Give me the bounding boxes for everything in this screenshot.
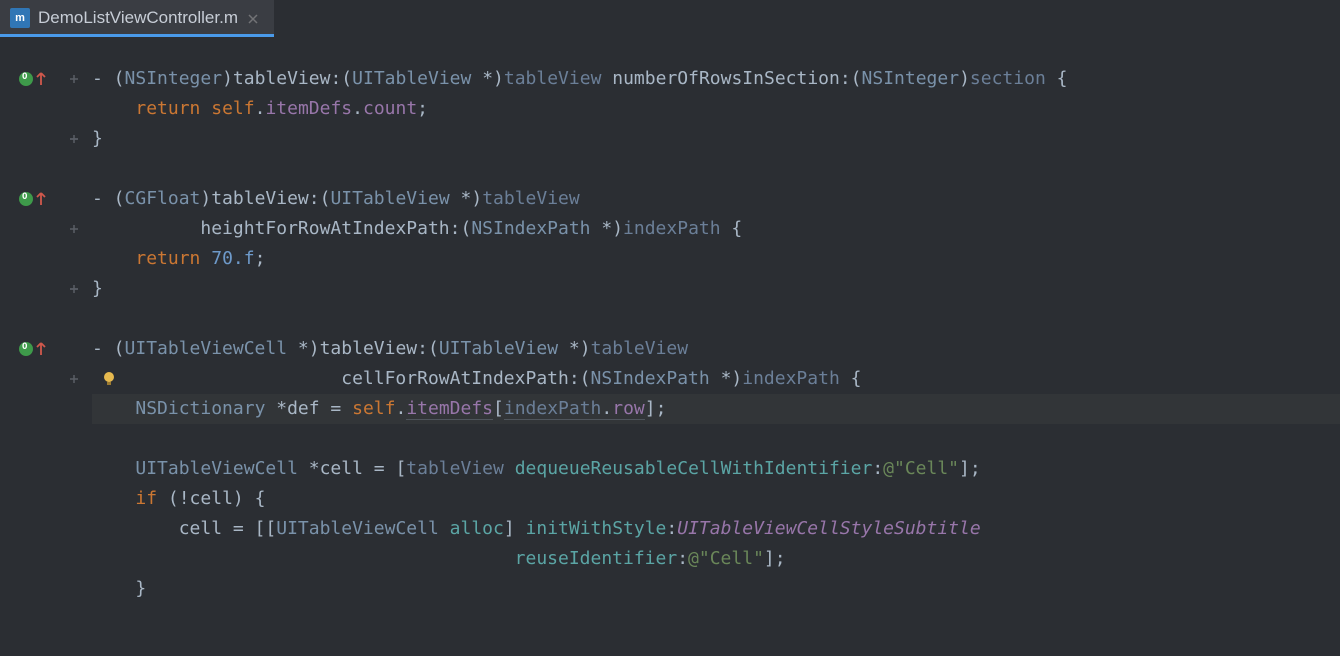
lightbulb-icon[interactable] — [100, 368, 118, 386]
code-line[interactable]: - (NSInteger)tableView:(UITableView *)ta… — [92, 64, 1340, 94]
fold-toggle-icon[interactable] — [66, 221, 82, 237]
code-line[interactable]: cellForRowAtIndexPath:(NSIndexPath *)ind… — [92, 364, 1340, 394]
code-line[interactable] — [92, 154, 1340, 184]
code-line[interactable]: return self.itemDefs.count; — [92, 94, 1340, 124]
objc-file-icon: m — [10, 8, 30, 28]
fold-end-icon — [66, 131, 82, 147]
code-editor: - (NSInteger)tableView:(UITableView *)ta… — [0, 40, 1340, 656]
code-line[interactable]: } — [92, 124, 1340, 154]
code-line[interactable]: cell = [[UITableViewCell alloc] initWith… — [92, 514, 1340, 544]
fold-end-icon — [66, 281, 82, 297]
tab-bar: m DemoListViewController.m — [0, 0, 1340, 40]
editor-tab[interactable]: m DemoListViewController.m — [0, 0, 274, 37]
code-line[interactable] — [92, 304, 1340, 334]
navigate-up-icon[interactable] — [36, 71, 46, 87]
fold-toggle-icon[interactable] — [66, 371, 82, 387]
fold-column — [60, 40, 92, 656]
code-line[interactable]: } — [92, 274, 1340, 304]
gutter — [0, 40, 60, 656]
override-marker-icon[interactable] — [18, 71, 34, 87]
code-line[interactable] — [92, 424, 1340, 454]
code-line[interactable]: UITableViewCell *cell = [tableView deque… — [92, 454, 1340, 484]
navigate-up-icon[interactable] — [36, 341, 46, 357]
code-line[interactable]: } — [92, 574, 1340, 604]
tab-filename: DemoListViewController.m — [38, 8, 238, 28]
fold-toggle-icon[interactable] — [66, 71, 82, 87]
code-line[interactable]: heightForRowAtIndexPath:(NSIndexPath *)i… — [92, 214, 1340, 244]
override-marker-icon[interactable] — [18, 191, 34, 207]
override-marker-icon[interactable] — [18, 341, 34, 357]
code-line[interactable]: reuseIdentifier:@"Cell"]; — [92, 544, 1340, 574]
code-line[interactable]: return 70.f; — [92, 244, 1340, 274]
code-line[interactable]: if (!cell) { — [92, 484, 1340, 514]
code-line[interactable]: - (UITableViewCell *)tableView:(UITableV… — [92, 334, 1340, 364]
code-area[interactable]: - (NSInteger)tableView:(UITableView *)ta… — [92, 40, 1340, 656]
code-line[interactable]: NSDictionary *def = self.itemDefs[indexP… — [92, 394, 1340, 424]
close-icon[interactable] — [246, 11, 260, 25]
navigate-up-icon[interactable] — [36, 191, 46, 207]
code-line[interactable]: - (CGFloat)tableView:(UITableView *)tabl… — [92, 184, 1340, 214]
